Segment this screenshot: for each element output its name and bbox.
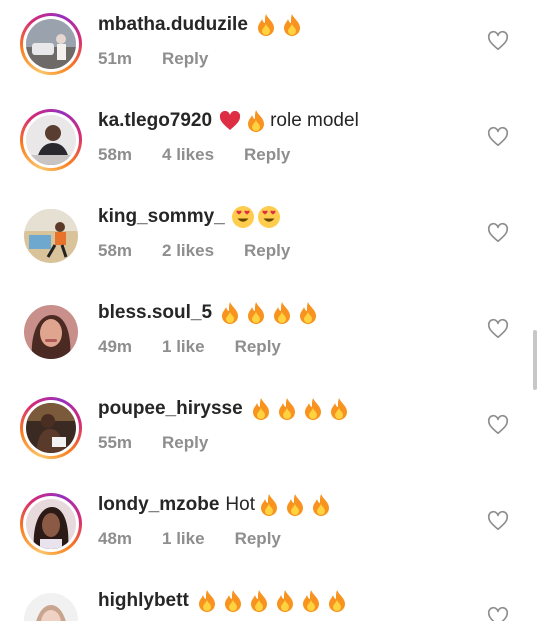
fire-emoji [249,397,273,421]
comment-item: londy_mzobe Hot 48m 1 like Reply [0,480,540,576]
emoji-group [249,397,353,421]
username-link[interactable]: king_sommy_ [98,203,225,231]
like-heart-icon[interactable] [487,222,509,244]
fire-emoji [280,13,304,37]
fire-emoji [221,589,245,613]
fire-emoji [283,493,307,517]
scrollbar-thumb[interactable] [533,330,537,390]
avatar[interactable] [20,205,82,267]
emoji-group [231,205,283,229]
like-heart-icon[interactable] [487,606,509,621]
reply-button[interactable]: Reply [244,241,290,261]
comment-item: mbatha.duduzile 51m Reply [0,0,540,96]
reply-button[interactable]: Reply [162,433,208,453]
avatar[interactable] [20,301,82,363]
comment-text-line: poupee_hirysse [98,395,353,423]
comment-text-line: londy_mzobe Hot [98,491,335,519]
heart-eyes-emoji [231,205,255,229]
avatar[interactable] [20,109,82,171]
timestamp: 58m [98,241,133,260]
likes-count[interactable]: 1 like [162,337,205,357]
likes-count[interactable]: 1 like [162,529,205,549]
timestamp: 55m [98,433,133,452]
comment-meta: 51m Reply [98,49,238,69]
heart-eyes-emoji [257,205,281,229]
comment-meta: 58m 2 likes Reply [98,241,320,261]
fire-emoji [299,589,323,613]
comment-item: ka.tlego7920 role model 58m 4 likes Repl… [0,96,540,192]
avatar[interactable] [20,397,82,459]
username-link[interactable]: mbatha.duduzile [98,11,248,39]
username-link[interactable]: poupee_hirysse [98,395,243,423]
likes-count[interactable]: 4 likes [162,145,214,165]
fire-emoji [244,109,268,133]
fire-emoji [296,301,320,325]
username-link[interactable]: londy_mzobe [98,491,219,519]
fire-emoji [325,589,349,613]
timestamp: 58m [98,145,133,164]
comment-item: king_sommy_ 58m 2 likes Reply [0,192,540,288]
reply-button[interactable]: Reply [244,145,290,165]
like-heart-icon[interactable] [487,414,509,436]
fire-emoji [327,397,351,421]
fire-emoji [270,301,294,325]
emoji-group [218,301,322,325]
avatar[interactable] [20,589,82,621]
fire-emoji [273,589,297,613]
comment-text-line: ka.tlego7920 role model [98,107,359,135]
emoji-group [195,589,351,613]
fire-emoji [257,493,281,517]
fire-emoji [301,397,325,421]
like-heart-icon[interactable] [487,126,509,148]
avatar[interactable] [20,13,82,75]
comment-body: role model [270,110,359,131]
comment-meta: 58m 4 likes Reply [98,145,320,165]
comment-body: Hot [225,494,255,515]
username-link[interactable]: bless.soul_5 [98,299,212,327]
fire-emoji [247,589,271,613]
avatar[interactable] [20,493,82,555]
fire-emoji [309,493,333,517]
comment-meta: 49m 1 like Reply [98,337,311,357]
timestamp: 48m [98,529,133,548]
comment-item: bless.soul_5 49m 1 like Reply [0,288,540,384]
timestamp: 49m [98,337,133,356]
emoji-group [254,13,306,37]
like-heart-icon[interactable] [487,510,509,532]
like-heart-icon[interactable] [487,30,509,52]
like-heart-icon[interactable] [487,318,509,340]
fire-emoji [275,397,299,421]
fire-emoji [244,301,268,325]
comment-text-line: highlybett [98,587,351,615]
comment-meta: 48m 1 like Reply [98,529,311,549]
reply-button[interactable]: Reply [162,49,208,69]
fire-emoji [254,13,278,37]
timestamp: 51m [98,49,133,68]
likes-count[interactable]: 2 likes [162,241,214,261]
comment-text-line: king_sommy_ [98,203,283,231]
comment-item: poupee_hirysse 55m Reply [0,384,540,480]
emoji-group [257,493,335,517]
emoji-group [218,109,270,133]
comment-text-line: bless.soul_5 [98,299,322,327]
reply-button[interactable]: Reply [235,529,281,549]
fire-emoji [195,589,219,613]
red-heart-emoji [218,109,242,133]
fire-emoji [218,301,242,325]
comment-item: highlybett [0,576,540,621]
username-link[interactable]: ka.tlego7920 [98,107,212,135]
comment-meta: 55m Reply [98,433,238,453]
comment-text-line: mbatha.duduzile [98,11,306,39]
username-link[interactable]: highlybett [98,587,189,615]
reply-button[interactable]: Reply [235,337,281,357]
